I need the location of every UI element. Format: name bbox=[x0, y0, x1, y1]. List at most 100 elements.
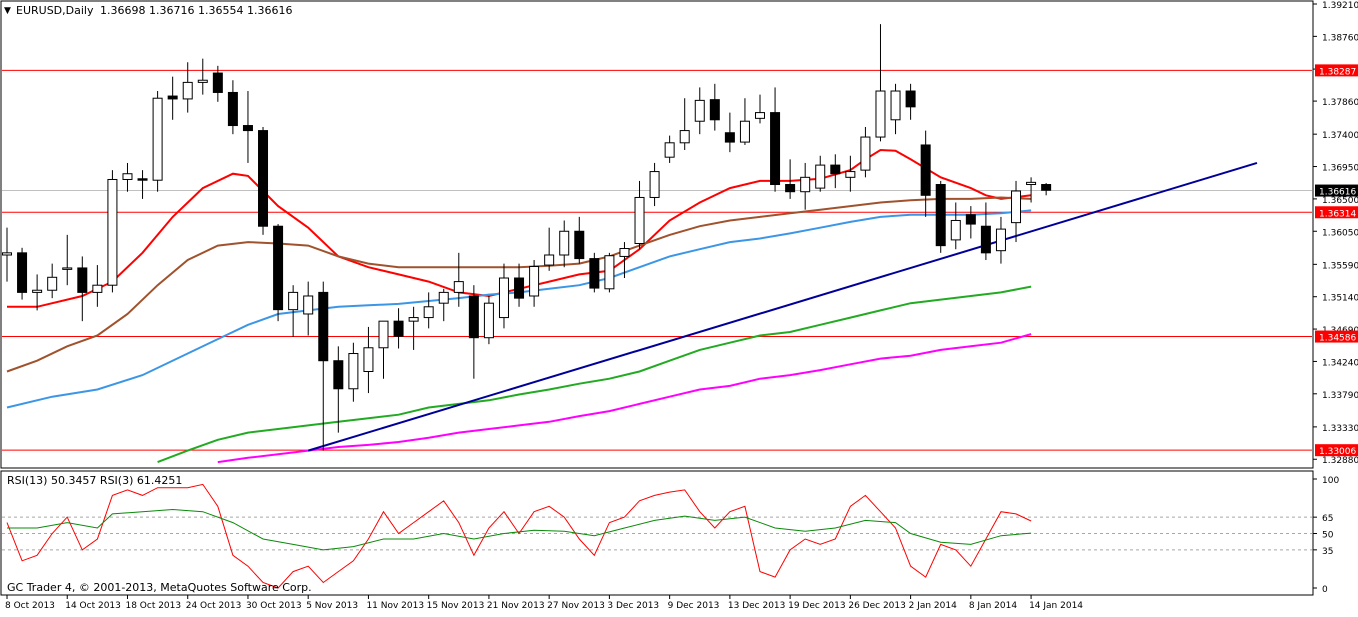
candle-body bbox=[694, 99, 705, 122]
candle-body bbox=[137, 178, 148, 181]
candle-body bbox=[62, 267, 73, 270]
candle-body bbox=[167, 95, 178, 100]
price-axis-label: 1.39210 bbox=[1322, 1, 1358, 11]
trading-chart[interactable]: 1.392101.387601.383051.378601.374001.369… bbox=[0, 0, 1358, 613]
candle-body bbox=[318, 291, 329, 362]
time-axis-label: 2 Jan 2014 bbox=[909, 601, 957, 611]
candle-body bbox=[755, 112, 765, 119]
candle-body bbox=[739, 120, 750, 143]
candle[interactable] bbox=[258, 126, 269, 235]
candle-body bbox=[212, 72, 223, 93]
candle-body bbox=[77, 267, 88, 293]
candle[interactable] bbox=[604, 252, 615, 293]
candle-body bbox=[242, 125, 253, 132]
candle-body bbox=[604, 255, 615, 290]
price-axis-label: 1.35590 bbox=[1322, 261, 1358, 271]
time-axis-label: 14 Jan 2014 bbox=[1029, 601, 1083, 611]
time-axis-label: 9 Dec 2013 bbox=[668, 601, 720, 611]
chart-background bbox=[0, 0, 1358, 613]
copyright-footer: GC Trader 4, © 2001-2013, MetaQuotes Sof… bbox=[7, 581, 312, 594]
rsi-axis-label: 50 bbox=[1322, 531, 1334, 541]
candle-body bbox=[785, 184, 796, 193]
candle-body bbox=[438, 291, 449, 304]
candle-body bbox=[724, 132, 735, 143]
candle-body bbox=[92, 284, 103, 293]
chart-canvas[interactable]: 1.392101.387601.383051.378601.374001.369… bbox=[0, 0, 1358, 613]
candle-body bbox=[197, 79, 208, 83]
level-price-label: 1.36314 bbox=[1319, 209, 1356, 219]
candle-body bbox=[890, 90, 901, 121]
candle-body bbox=[1011, 190, 1022, 224]
candle-body bbox=[498, 277, 509, 319]
candle-body bbox=[32, 289, 43, 293]
candle-body bbox=[529, 266, 540, 297]
price-axis-label: 1.36050 bbox=[1322, 228, 1358, 238]
level-price-label: 1.38287 bbox=[1319, 67, 1356, 77]
time-axis-label: 13 Dec 2013 bbox=[728, 601, 786, 611]
price-axis-label: 1.35140 bbox=[1322, 294, 1358, 304]
time-axis-label: 15 Nov 2013 bbox=[427, 601, 485, 611]
time-axis-label: 3 Dec 2013 bbox=[607, 601, 659, 611]
candle-body bbox=[258, 130, 269, 227]
time-axis-label: 26 Dec 2013 bbox=[848, 601, 906, 611]
candle-body bbox=[920, 144, 931, 196]
time-axis-label: 21 Nov 2013 bbox=[487, 601, 545, 611]
price-axis-label: 1.34240 bbox=[1322, 358, 1358, 368]
time-axis-label: 24 Oct 2013 bbox=[186, 601, 242, 611]
candle-body bbox=[830, 164, 841, 175]
candle-body bbox=[860, 136, 871, 171]
candle-body bbox=[47, 276, 58, 291]
price-axis-label: 1.32880 bbox=[1322, 456, 1358, 466]
candle[interactable] bbox=[17, 247, 28, 300]
candle-body bbox=[559, 230, 570, 256]
candle[interactable] bbox=[107, 170, 118, 293]
candle[interactable] bbox=[273, 224, 284, 322]
candle-body bbox=[107, 178, 118, 286]
candle-body bbox=[619, 248, 630, 257]
candle-body bbox=[363, 347, 374, 373]
time-axis-label: 30 Oct 2013 bbox=[246, 601, 302, 611]
time-axis-label: 14 Oct 2013 bbox=[65, 601, 121, 611]
time-axis-label: 11 Nov 2013 bbox=[366, 601, 424, 611]
candle-body bbox=[182, 81, 193, 100]
time-axis-label: 18 Oct 2013 bbox=[125, 601, 181, 611]
rsi-axis-label: 65 bbox=[1322, 514, 1333, 524]
price-axis-label: 1.37400 bbox=[1322, 131, 1358, 141]
time-axis-label: 8 Oct 2013 bbox=[5, 601, 55, 611]
candle-body bbox=[589, 258, 600, 289]
candle[interactable] bbox=[152, 91, 163, 192]
candle-body bbox=[378, 320, 389, 349]
candle-body bbox=[815, 164, 826, 189]
candle-body bbox=[574, 230, 585, 260]
candle-body bbox=[875, 90, 886, 138]
candle-body bbox=[770, 112, 781, 186]
rsi-axis-label: 100 bbox=[1322, 476, 1339, 486]
dropdown-triangle-icon[interactable]: ▼ bbox=[4, 6, 11, 16]
price-axis-label: 1.33330 bbox=[1322, 424, 1358, 434]
time-axis-label: 19 Dec 2013 bbox=[788, 601, 846, 611]
price-axis-label: 1.33790 bbox=[1322, 391, 1358, 401]
candle[interactable] bbox=[935, 180, 946, 253]
candle-body bbox=[845, 171, 856, 178]
candle-body bbox=[965, 214, 976, 225]
candle-body bbox=[544, 254, 555, 266]
current-price-label: 1.36616 bbox=[1319, 188, 1356, 198]
price-axis-label: 1.36950 bbox=[1322, 164, 1358, 174]
candle-body bbox=[288, 291, 299, 311]
price-axis-label: 1.37860 bbox=[1322, 98, 1358, 108]
candle-body bbox=[2, 252, 12, 256]
time-axis-label: 5 Nov 2013 bbox=[306, 601, 358, 611]
candle-body bbox=[393, 320, 404, 337]
rsi-axis-label: 35 bbox=[1322, 547, 1333, 557]
candle-body bbox=[950, 219, 961, 241]
chart-ohlc-values: 1.36698 1.36716 1.36554 1.36616 bbox=[100, 4, 292, 17]
chart-symbol-label: EURUSD,Daily bbox=[16, 4, 94, 17]
candle-body bbox=[905, 90, 916, 108]
candle-body bbox=[423, 306, 434, 319]
candle-body bbox=[227, 91, 238, 127]
price-axis-label: 1.38760 bbox=[1322, 33, 1358, 43]
candle-body bbox=[1026, 181, 1037, 186]
candle[interactable] bbox=[483, 295, 494, 345]
candle[interactable] bbox=[589, 252, 600, 293]
candle-body bbox=[679, 130, 690, 144]
